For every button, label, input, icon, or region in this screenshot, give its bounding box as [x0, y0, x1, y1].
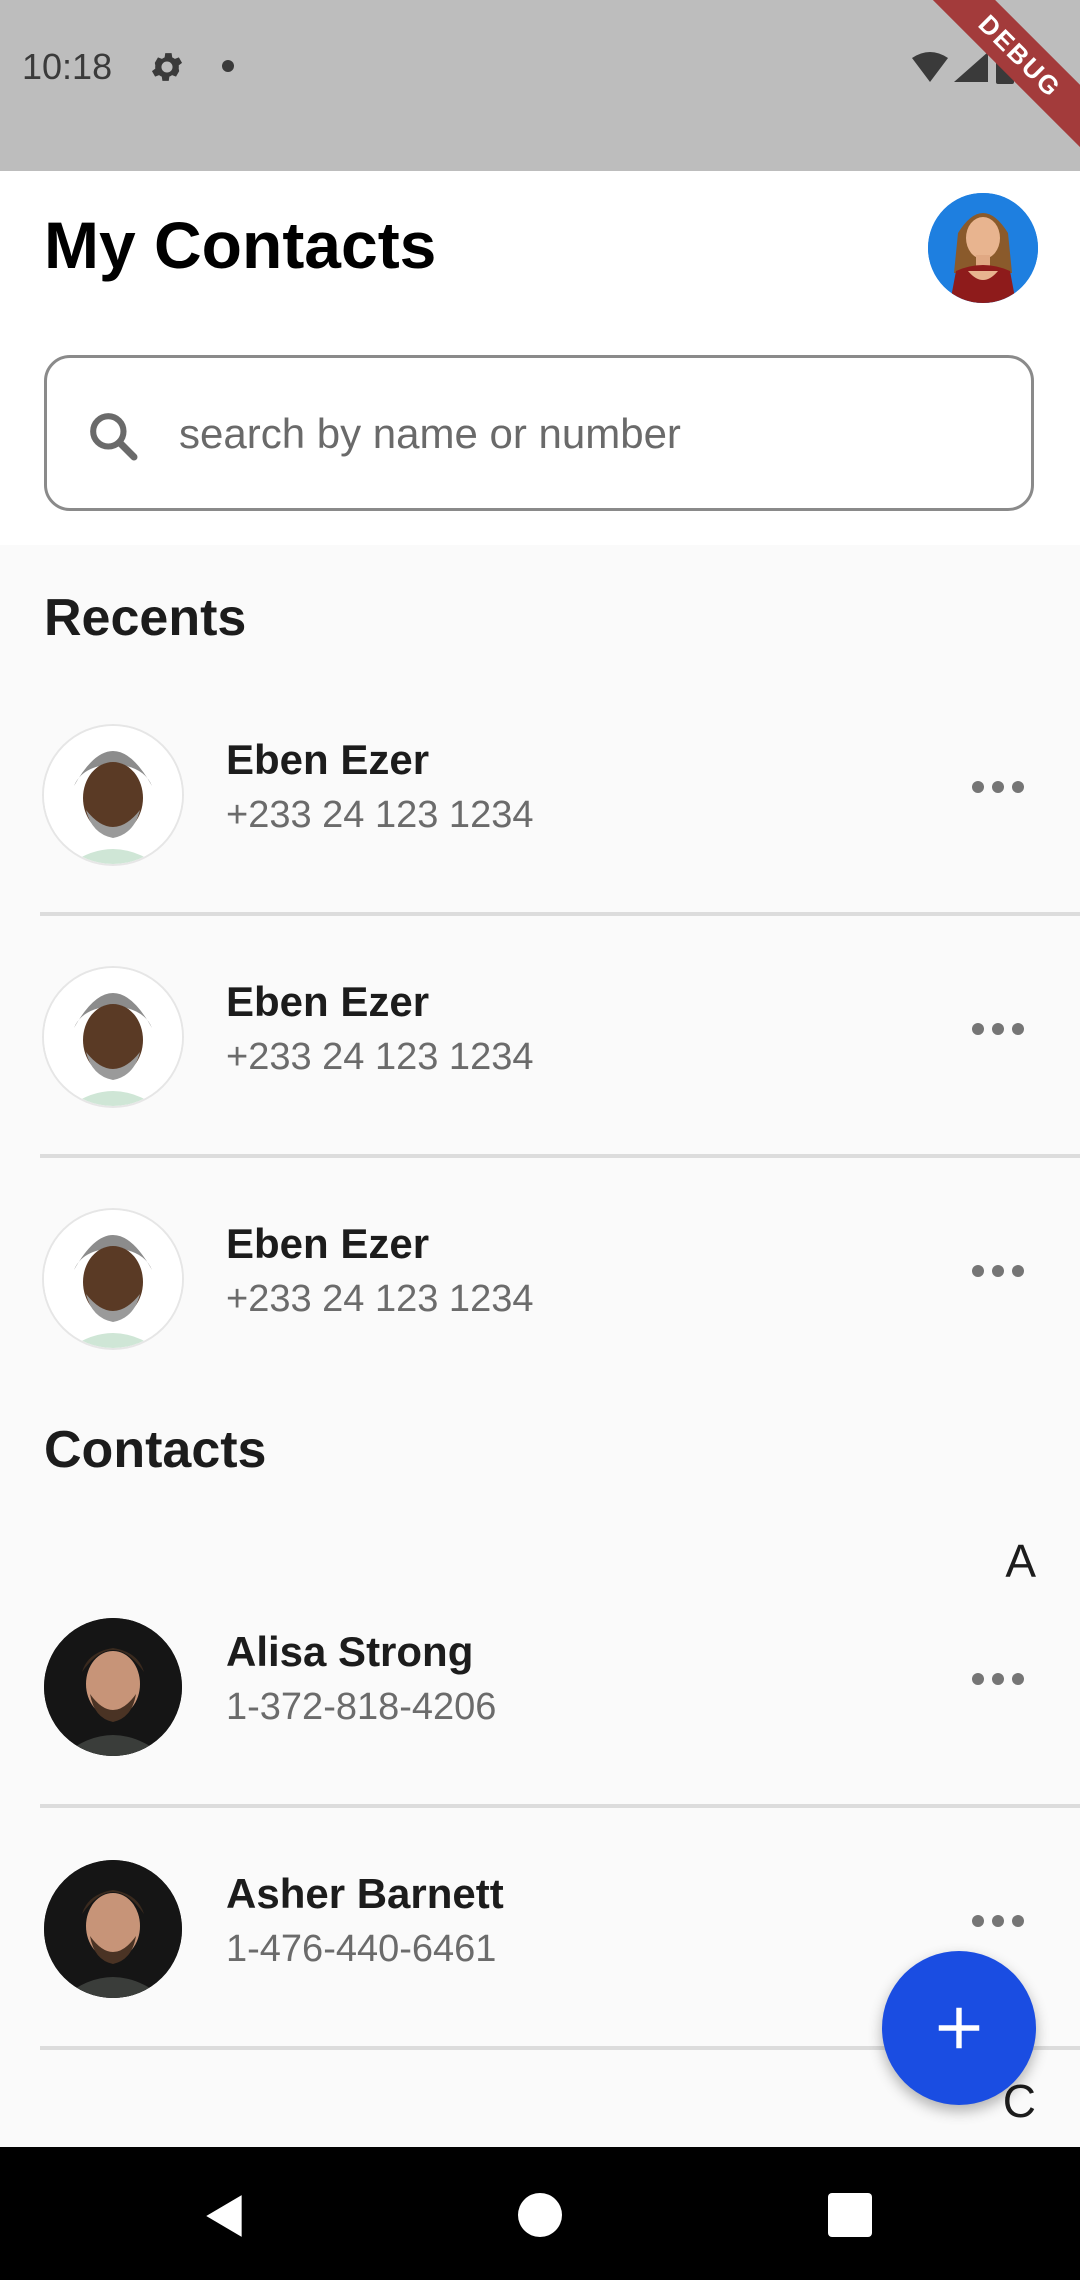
recents-icon[interactable] [828, 2193, 872, 2237]
gear-icon [151, 53, 183, 81]
navigation-bar [0, 2147, 1080, 2280]
contact-phone: 1-372-818-4206 [226, 1686, 497, 1728]
back-icon[interactable] [200, 2191, 250, 2241]
contact-name: Eben Ezer [226, 978, 430, 1025]
header: My Contacts [0, 171, 1080, 545]
contact-name: Eben Ezer [226, 1220, 430, 1267]
contact-name: Asher Barnett [226, 1870, 504, 1917]
recent-contact-row[interactable]: Eben Ezer +233 24 123 1234 [0, 1178, 1080, 1378]
recent-contact-row[interactable]: Eben Ezer +233 24 123 1234 [0, 936, 1080, 1136]
contact-phone: +233 24 123 1234 [226, 1278, 534, 1320]
recents-title: Recents [44, 589, 247, 647]
more-options-icon[interactable] [972, 778, 1032, 802]
status-time: 10:18 [22, 46, 113, 87]
search-box[interactable] [44, 355, 1034, 511]
home-icon[interactable] [518, 2193, 562, 2237]
contacts-title: Contacts [44, 1421, 267, 1479]
plus-icon [938, 2007, 980, 2049]
avatar [44, 968, 182, 1106]
recent-contact-row[interactable]: Eben Ezer +233 24 123 1234 [0, 694, 1080, 894]
search-input[interactable] [177, 388, 1001, 480]
more-options-icon[interactable] [972, 1020, 1032, 1044]
contact-phone: +233 24 123 1234 [226, 794, 534, 836]
contact-phone: +233 24 123 1234 [226, 1036, 534, 1078]
avatar [44, 1860, 182, 1998]
more-options-icon[interactable] [972, 1912, 1032, 1936]
divider [40, 912, 1080, 916]
status-bar: 10:18 DEBUG [0, 0, 1080, 171]
notification-dot-icon [222, 60, 234, 72]
divider [40, 1804, 1080, 1808]
profile-avatar[interactable] [928, 193, 1038, 303]
search-icon [90, 413, 138, 461]
avatar [44, 1210, 182, 1348]
more-options-icon[interactable] [972, 1670, 1032, 1694]
contact-phone: 1-476-440-6461 [226, 1928, 497, 1970]
contact-name: Alisa Strong [226, 1628, 474, 1675]
letter-header: A [1005, 1535, 1036, 1587]
avatar [44, 1618, 182, 1756]
profile-photo [928, 193, 1038, 303]
page-title: My Contacts [44, 208, 437, 282]
divider [40, 1154, 1080, 1158]
contact-name: Eben Ezer [226, 736, 430, 783]
avatar [44, 726, 182, 864]
add-contact-button[interactable] [882, 1951, 1036, 2105]
contact-row[interactable]: Alisa Strong 1-372-818-4206 [0, 1586, 1080, 1786]
more-options-icon[interactable] [972, 1262, 1032, 1286]
